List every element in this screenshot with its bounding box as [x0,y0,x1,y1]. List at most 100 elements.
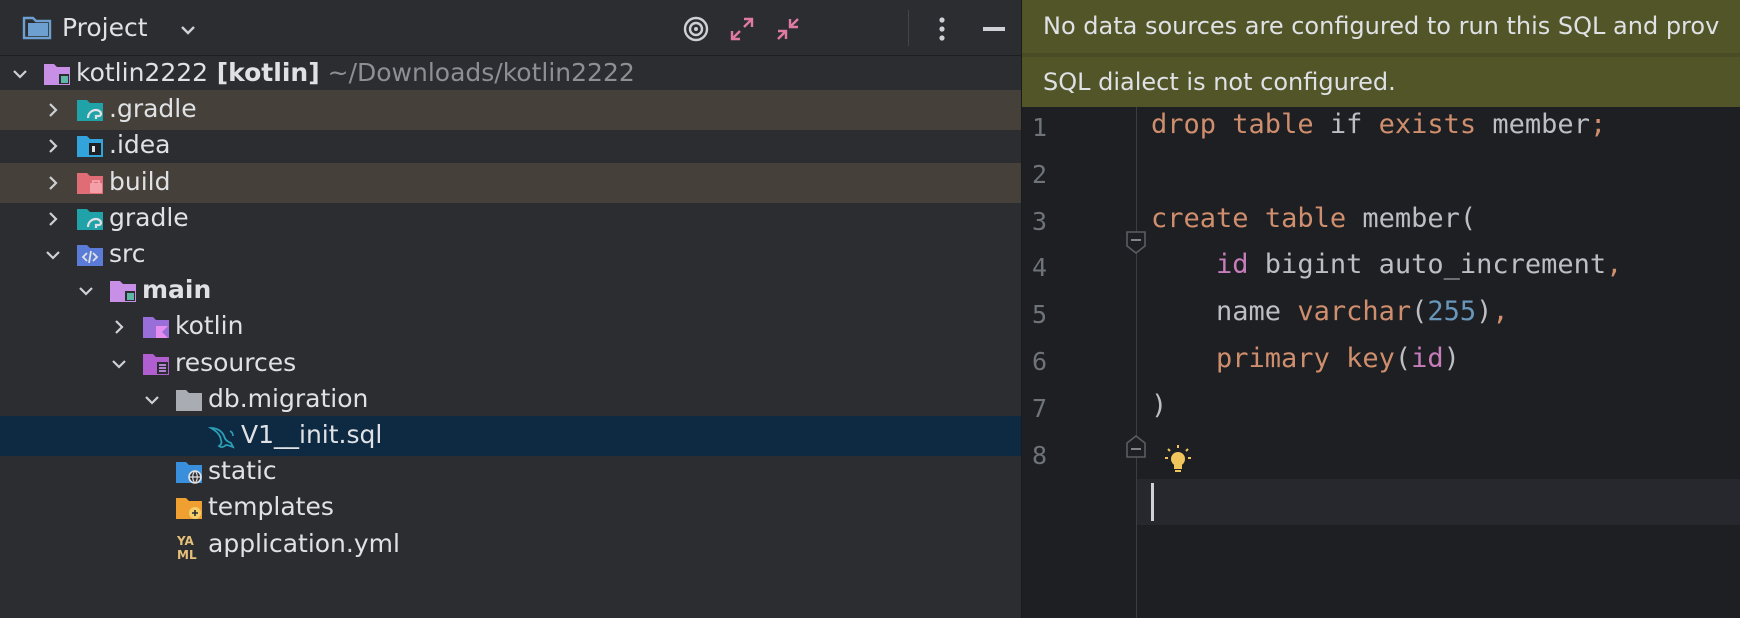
chevron-down-icon[interactable] [45,247,61,263]
tree-node-name: src [109,239,146,268]
current-line-highlight [1137,479,1740,525]
project-folder-icon [22,14,52,44]
tree-row-idea[interactable]: .idea [0,126,1021,166]
tree-row-gradle[interactable]: gradle [0,199,1021,239]
chevron-down-icon[interactable] [78,283,94,299]
chevron-right-icon[interactable] [45,138,61,154]
tree-row-v1-init-sql[interactable]: V1__init.sql [0,416,1021,456]
code-line[interactable]: id bigint auto_increment, [1151,249,1622,280]
line-number[interactable]: 1 [1032,113,1047,142]
expand-all-icon[interactable] [727,14,757,44]
project-panel-header: Project [0,0,1021,56]
fold-open-icon[interactable] [1125,230,1147,255]
tree-row-kotlin[interactable]: kotlin [0,307,1021,347]
tree-row-db-migration[interactable]: db.migration [0,380,1021,420]
tree-node-name: application.yml [208,528,400,558]
code-token: , [1492,296,1509,328]
chevron-right-icon[interactable] [45,211,61,227]
code-token: key [1346,343,1395,374]
tree-row-label: build [109,167,170,196]
code-token: member( [1346,202,1477,234]
tree-node-name: resources [175,347,297,377]
tree-row-label: db.migration [208,384,368,413]
svg-text:ML: ML [177,548,197,562]
tree-node-name: .gradle [109,94,197,124]
line-number[interactable]: 7 [1032,394,1047,423]
tree-row-gradle[interactable]: .gradle [0,90,1021,131]
code-token: ; [1589,109,1607,140]
line-number[interactable]: 5 [1032,300,1047,329]
gradle-folder-icon [76,206,104,232]
chevron-right-icon[interactable] [111,319,127,335]
tree-node-name: kotlin [175,311,244,341]
mysql-dolphin-icon [207,423,236,449]
line-number[interactable]: 6 [1032,347,1047,376]
source-folder-icon [76,242,104,268]
code-line[interactable]: primary key(id) [1151,343,1460,374]
tree-row-label: kotlin2222 [kotlin] ~/Downloads/kotlin222… [76,58,635,87]
line-number[interactable]: 3 [1032,207,1047,236]
code-line[interactable]: drop table if exists member; [1151,109,1606,140]
chevron-right-icon[interactable] [45,175,61,191]
line-number[interactable]: 2 [1032,160,1047,189]
chevron-right-icon[interactable] [45,102,61,118]
code-token: ) [1151,389,1168,421]
tree-row-kotlin2222[interactable]: kotlin2222 [kotlin] ~/Downloads/kotlin222… [0,54,1021,94]
chevron-down-icon[interactable] [144,392,160,408]
sql-dialect-warning-banner[interactable]: SQL dialect is not configured. [1022,57,1740,107]
tree-row-label: gradle [109,203,189,232]
code-token: ( [1411,296,1428,328]
tree-node-name: kotlin2222 [76,58,209,87]
project-panel-title[interactable]: Project [62,13,148,42]
code-token: varchar [1297,296,1412,328]
code-line[interactable]: name varchar(255), [1151,296,1509,327]
hide-icon[interactable] [979,14,1009,44]
tree-row-label: application.yml [208,529,400,558]
chevron-down-icon[interactable] [111,356,127,372]
more-icon[interactable] [927,14,957,44]
data-source-warning-banner[interactable]: No data sources are configured to run th… [1022,0,1740,53]
folder-icon [175,387,203,413]
code-token: table [1264,202,1347,234]
line-number[interactable]: 4 [1032,253,1047,282]
code-token: ) [1476,296,1493,328]
line-number[interactable]: 8 [1032,441,1047,470]
module-type-label: [kotlin] [208,58,320,87]
tree-row-label: .gradle [109,94,197,123]
tree-row-main[interactable]: main [0,271,1021,311]
lightbulb-icon[interactable] [1162,442,1194,478]
tree-row-application-yml[interactable]: YA ML application.yml [0,525,1021,565]
tree-row-resources[interactable]: resources [0,344,1021,384]
tree-row-static[interactable]: static [0,452,1021,492]
chevron-down-icon[interactable] [12,66,28,82]
tree-row-label: src [109,239,146,268]
fold-close-icon[interactable] [1125,434,1147,459]
code-token: table [1232,109,1314,140]
module-path-label: ~/Downloads/kotlin2222 [327,58,635,87]
tree-row-label: main [142,275,211,304]
tree-node-name: V1__init.sql [241,420,383,449]
sql-editor[interactable]: No data sources are configured to run th… [1022,0,1740,618]
tree-row-src[interactable]: src [0,235,1021,275]
yaml-file-icon: YA ML [175,532,203,562]
tree-row-label: resources [175,348,296,377]
code-line[interactable]: create table member( [1151,203,1476,234]
kotlin-folder-icon [142,314,170,340]
build-folder-icon [76,170,104,196]
code-token: name [1151,296,1298,328]
line-number-gutter[interactable]: 1 2 3 4 5 6 7 8 [1022,107,1137,618]
tree-row-label: .idea [109,130,170,159]
chevron-down-icon[interactable] [180,21,196,40]
tree-node-name: .idea [109,130,171,160]
code-line[interactable]: ) [1151,390,1167,421]
locate-icon[interactable] [681,14,711,44]
tree-row-label: V1__init.sql [241,420,382,449]
tree-row-build[interactable]: build [0,162,1021,203]
collapse-all-icon[interactable] [773,14,803,44]
tree-row-templates[interactable]: templates [0,488,1021,528]
